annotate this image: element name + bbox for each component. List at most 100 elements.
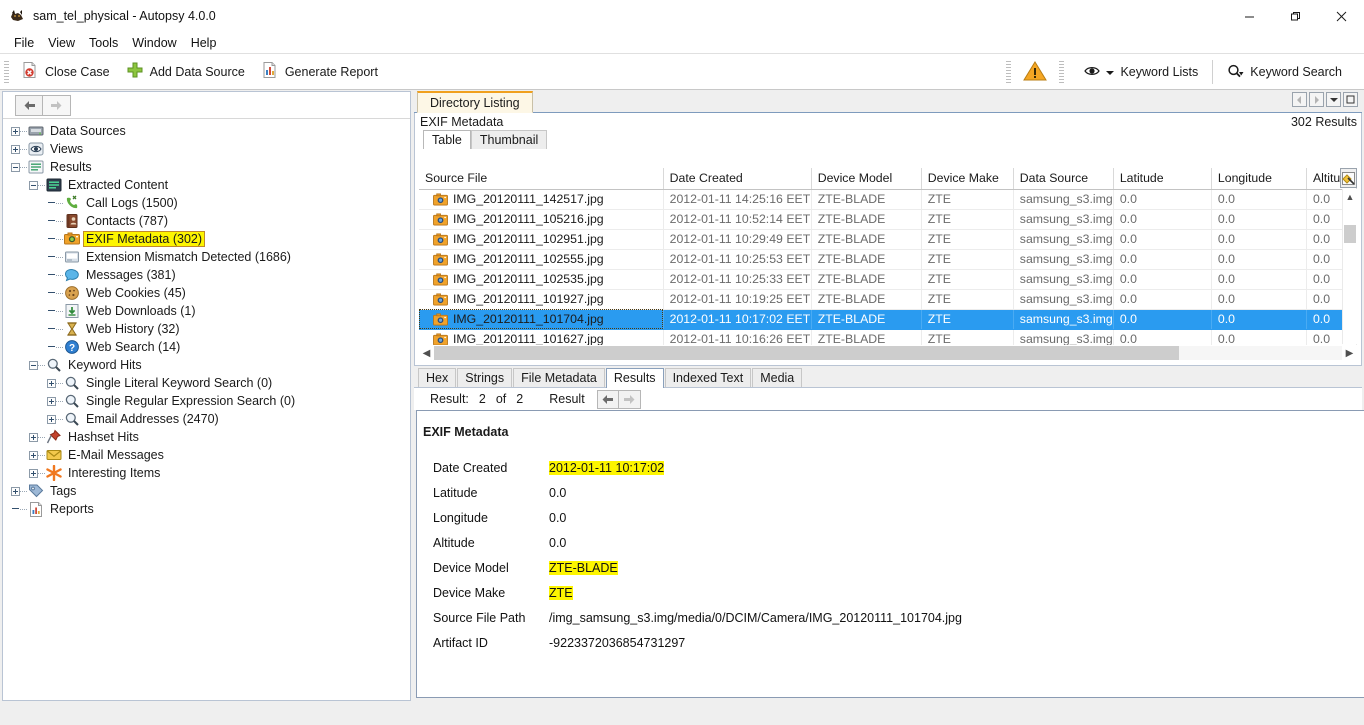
tree-node-web-cookies-45[interactable]: Web Cookies (45): [3, 284, 410, 302]
horizontal-scroll-track[interactable]: [434, 346, 1342, 360]
table-horizontal-scrollbar[interactable]: ◀ ▶: [419, 345, 1357, 361]
tree-leaf-spacer: [47, 307, 56, 316]
add-data-source-button[interactable]: Add Data Source: [118, 57, 253, 86]
column-header-device-make[interactable]: Device Make: [921, 168, 1014, 190]
tree-node-tags[interactable]: Tags: [3, 482, 410, 500]
column-header-latitude[interactable]: Latitude: [1113, 168, 1212, 190]
tree-node-extracted-content[interactable]: Extracted Content: [3, 176, 410, 194]
tree-node-single-regular-expression-search-0[interactable]: Single Regular Expression Search (0): [3, 392, 410, 410]
tab-table[interactable]: Table: [423, 130, 471, 149]
tree-node-email-addresses-2470[interactable]: Email Addresses (2470): [3, 410, 410, 428]
tree-connector: [38, 472, 45, 474]
menu-window[interactable]: Window: [125, 34, 183, 52]
cell-date-created: 2012-01-11 10:17:02 EET: [663, 309, 812, 330]
tab-list-dropdown-button[interactable]: [1326, 92, 1341, 107]
tree-node-e-mail-messages[interactable]: E-Mail Messages: [3, 446, 410, 464]
column-chooser-icon[interactable]: [1340, 168, 1357, 188]
tree-node-hashset-hits[interactable]: Hashset Hits: [3, 428, 410, 446]
search-icon: [46, 357, 62, 373]
table-row[interactable]: IMG_20120111_102951.jpg 2012-01-11 10:29:…: [419, 229, 1358, 250]
tab-directory-listing[interactable]: Directory Listing: [417, 91, 533, 113]
expander-minus-icon[interactable]: [29, 360, 38, 370]
metadata-row: Device Make ZTE: [421, 580, 1364, 605]
scroll-tabs-right-button[interactable]: [1309, 92, 1324, 107]
scroll-up-arrow[interactable]: ▲: [1343, 189, 1357, 204]
table-row[interactable]: IMG_20120111_102535.jpg 2012-01-11 10:25:…: [419, 269, 1358, 290]
warning-icon[interactable]: [1023, 60, 1048, 85]
content-tab-hex[interactable]: Hex: [418, 368, 457, 387]
tree-connector: [20, 148, 27, 150]
expander-plus-icon[interactable]: [29, 450, 38, 460]
column-header-device-model[interactable]: Device Model: [811, 168, 922, 190]
expander-plus-icon[interactable]: [11, 486, 20, 496]
tree-node-single-literal-keyword-search-0[interactable]: Single Literal Keyword Search (0): [3, 374, 410, 392]
tree-node-extension-mismatch-detected-1686[interactable]: Extension Mismatch Detected (1686): [3, 248, 410, 266]
menu-help[interactable]: Help: [184, 34, 224, 52]
expander-plus-icon[interactable]: [47, 414, 56, 424]
close-case-button[interactable]: Close Case: [13, 57, 118, 86]
tree-node-messages-381[interactable]: Messages (381): [3, 266, 410, 284]
horizontal-scroll-thumb[interactable]: [434, 346, 1179, 360]
expander-plus-icon[interactable]: [29, 468, 38, 478]
menu-file[interactable]: File: [7, 34, 41, 52]
content-tab-results[interactable]: Results: [605, 368, 664, 388]
table-vertical-scrollbar[interactable]: ▲: [1342, 189, 1357, 344]
table-row[interactable]: IMG_20120111_101927.jpg 2012-01-11 10:19:…: [419, 289, 1358, 310]
close-button[interactable]: [1318, 0, 1364, 32]
tree-node-call-logs-1500[interactable]: Call Logs (1500): [3, 194, 410, 212]
menu-view[interactable]: View: [41, 34, 82, 52]
vertical-scroll-thumb[interactable]: [1344, 225, 1356, 243]
scroll-left-arrow[interactable]: ◀: [419, 348, 434, 359]
maximize-panel-button[interactable]: [1343, 92, 1358, 107]
keyword-search-button[interactable]: Keyword Search: [1219, 60, 1350, 85]
expander-minus-icon[interactable]: [29, 180, 38, 190]
content-tab-indexed-text[interactable]: Indexed Text: [664, 368, 752, 387]
content-tab-media[interactable]: Media: [752, 368, 803, 387]
tree-forward-button[interactable]: [43, 94, 71, 116]
content-tab-file-metadata[interactable]: File Metadata: [513, 368, 605, 387]
menu-tools[interactable]: Tools: [82, 34, 125, 52]
expander-plus-icon[interactable]: [29, 432, 38, 442]
expander-plus-icon[interactable]: [47, 396, 56, 406]
expander-plus-icon[interactable]: [11, 126, 20, 136]
cell-latitude: 0.0: [1113, 209, 1212, 230]
tree-node-web-downloads-1[interactable]: Web Downloads (1): [3, 302, 410, 320]
table-row[interactable]: IMG_20120111_142517.jpg 2012-01-11 14:25:…: [419, 189, 1358, 210]
mail-icon: [46, 447, 62, 463]
generate-report-button[interactable]: Generate Report: [253, 57, 386, 86]
column-header-longitude[interactable]: Longitude: [1211, 168, 1307, 190]
expander-plus-icon[interactable]: [47, 378, 56, 388]
tree-node-reports[interactable]: Reports: [3, 500, 410, 518]
tree-node-results[interactable]: Results: [3, 158, 410, 176]
scroll-right-arrow[interactable]: ▶: [1342, 348, 1357, 359]
expander-minus-icon[interactable]: [11, 162, 20, 172]
table-row[interactable]: IMG_20120111_102555.jpg 2012-01-11 10:25:…: [419, 249, 1358, 270]
tree-leaf-spacer: [47, 271, 56, 280]
column-header-data-source[interactable]: Data Source: [1013, 168, 1114, 190]
cell-device-make: ZTE: [921, 269, 1014, 290]
content-tab-strings[interactable]: Strings: [457, 368, 513, 387]
column-header-source-file[interactable]: Source File: [419, 168, 664, 190]
next-result-button[interactable]: [618, 389, 641, 409]
tree-node-contacts-787[interactable]: Contacts (787): [3, 212, 410, 230]
tab-thumbnail[interactable]: Thumbnail: [470, 130, 548, 149]
table-row[interactable]: IMG_20120111_101704.jpg 2012-01-11 10:17:…: [419, 309, 1358, 330]
previous-result-button[interactable]: [596, 389, 619, 409]
tree-node-interesting-items[interactable]: Interesting Items: [3, 464, 410, 482]
tree-node-keyword-hits[interactable]: Keyword Hits: [3, 356, 410, 374]
tree-node-web-history-32[interactable]: Web History (32): [3, 320, 410, 338]
tree-back-button[interactable]: [15, 94, 43, 116]
cell-device-make: ZTE: [921, 229, 1014, 250]
tree-node-views[interactable]: Views: [3, 140, 410, 158]
results-tree[interactable]: Data Sources Views Results Extracted Conten…: [3, 119, 410, 700]
column-header-date-created[interactable]: Date Created: [663, 168, 812, 190]
tree-node-data-sources[interactable]: Data Sources: [3, 122, 410, 140]
tree-node-web-search-14[interactable]: ? Web Search (14): [3, 338, 410, 356]
minimize-button[interactable]: [1226, 0, 1272, 32]
scroll-tabs-left-button[interactable]: [1292, 92, 1307, 107]
expander-plus-icon[interactable]: [11, 144, 20, 154]
table-row[interactable]: IMG_20120111_105216.jpg 2012-01-11 10:52:…: [419, 209, 1358, 230]
maximize-button[interactable]: [1272, 0, 1318, 32]
tree-node-exif-metadata-302[interactable]: EXIF Metadata (302): [3, 230, 410, 248]
keyword-lists-button[interactable]: Keyword Lists: [1076, 61, 1206, 84]
